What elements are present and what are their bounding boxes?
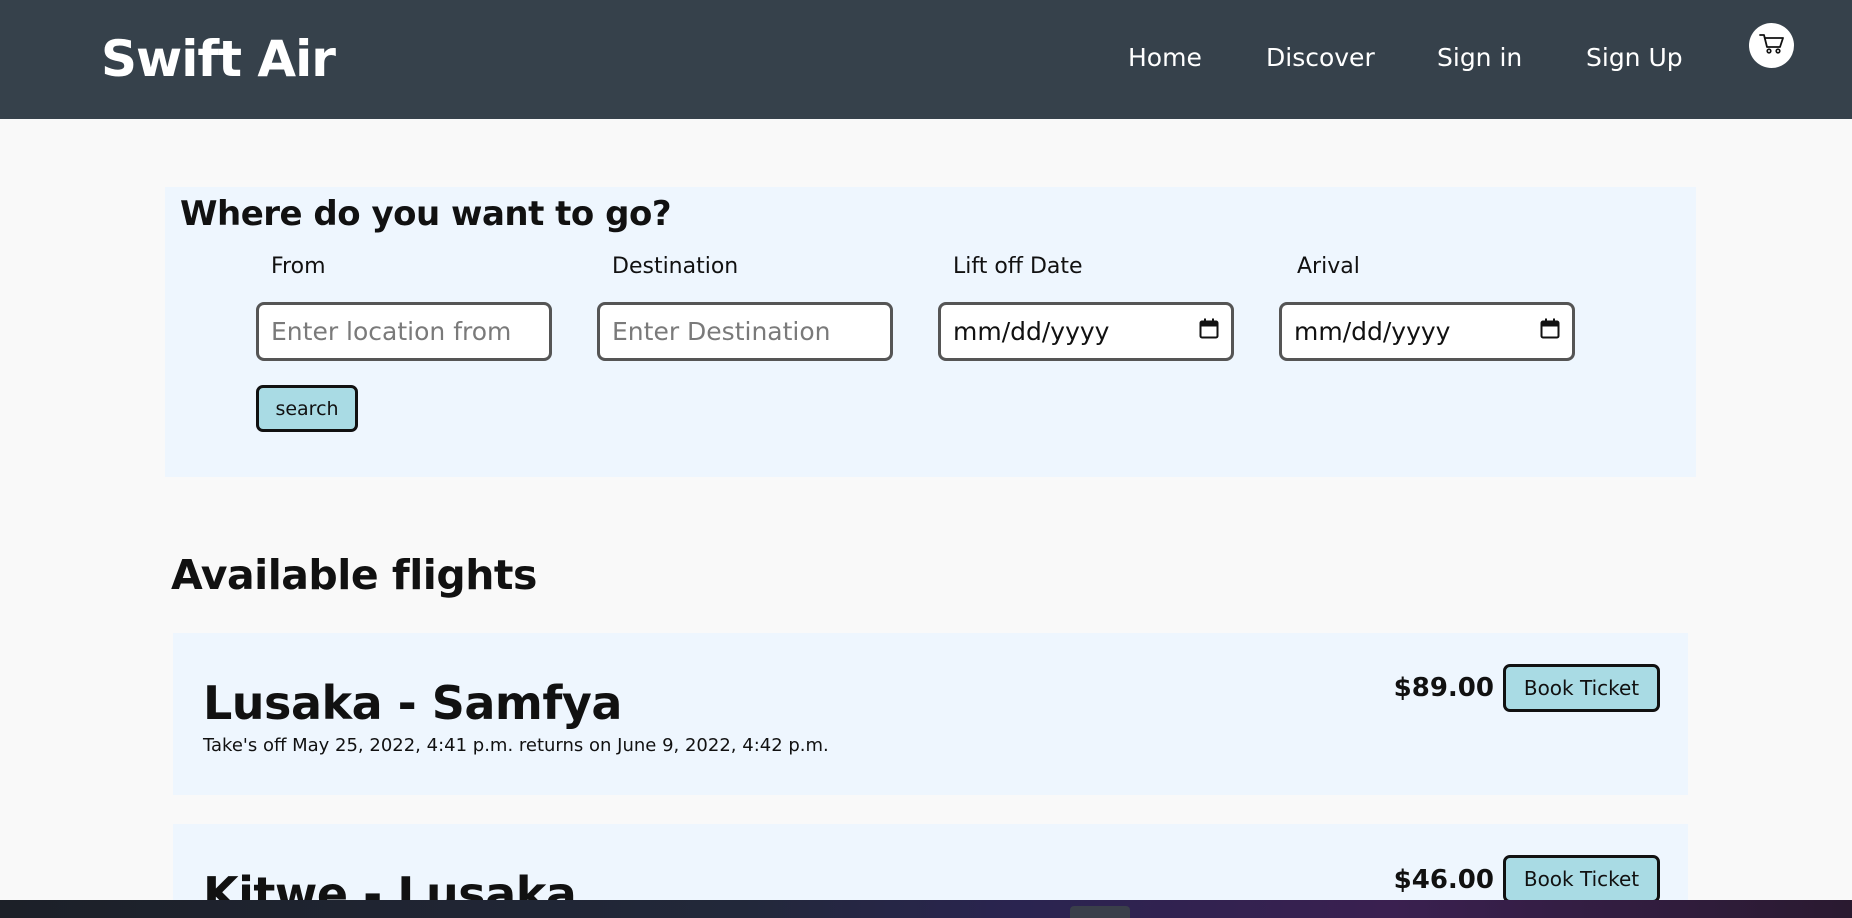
from-placeholder: Enter location from [271, 317, 512, 346]
cart-button[interactable] [1749, 23, 1794, 68]
liftoff-date-label: Lift off Date [953, 254, 1083, 279]
search-panel: Where do you want to go? From Enter loca… [165, 187, 1696, 477]
search-button[interactable]: search [256, 385, 358, 432]
calendar-icon[interactable] [1540, 317, 1560, 346]
liftoff-date-value: mm/dd/yyyy [953, 317, 1110, 346]
liftoff-date-input[interactable]: mm/dd/yyyy [938, 302, 1234, 361]
flight-schedule: Take's off May 25, 2022, 4:41 p.m. retur… [203, 735, 829, 756]
flight-route: Lusaka - Samfya [203, 676, 622, 730]
flights-title: Available flights [171, 551, 537, 599]
flight-route: Kitwe - Lusaka [203, 867, 577, 904]
nav-sign-in[interactable]: Sign in [1437, 38, 1522, 78]
from-label: From [271, 254, 326, 279]
book-ticket-button[interactable]: Book Ticket [1503, 664, 1660, 712]
taskbar-item[interactable] [1070, 906, 1130, 918]
arrival-label: Arival [1297, 254, 1360, 279]
top-navbar: Swift Air Home Discover Sign in Sign Up [0, 0, 1852, 119]
flight-card: Kitwe - Lusaka $46.00 Book Ticket [173, 824, 1688, 904]
flight-price: $46.00 [1393, 865, 1494, 895]
destination-placeholder: Enter Destination [612, 317, 831, 346]
destination-input[interactable]: Enter Destination [597, 302, 893, 361]
calendar-icon[interactable] [1199, 317, 1219, 346]
arrival-date-input[interactable]: mm/dd/yyyy [1279, 302, 1575, 361]
nav-home[interactable]: Home [1128, 38, 1202, 78]
nav-sign-up[interactable]: Sign Up [1586, 38, 1683, 78]
flight-card: Lusaka - Samfya Take's off May 25, 2022,… [173, 633, 1688, 795]
search-title: Where do you want to go? [180, 194, 672, 234]
brand-logo[interactable]: Swift Air [101, 26, 336, 92]
arrival-date-value: mm/dd/yyyy [1294, 317, 1451, 346]
os-taskbar [0, 900, 1852, 918]
flight-price: $89.00 [1393, 673, 1494, 703]
cart-icon [1758, 33, 1785, 59]
nav-discover[interactable]: Discover [1266, 38, 1375, 78]
from-input[interactable]: Enter location from [256, 302, 552, 361]
destination-label: Destination [612, 254, 739, 279]
book-ticket-button[interactable]: Book Ticket [1503, 855, 1660, 903]
